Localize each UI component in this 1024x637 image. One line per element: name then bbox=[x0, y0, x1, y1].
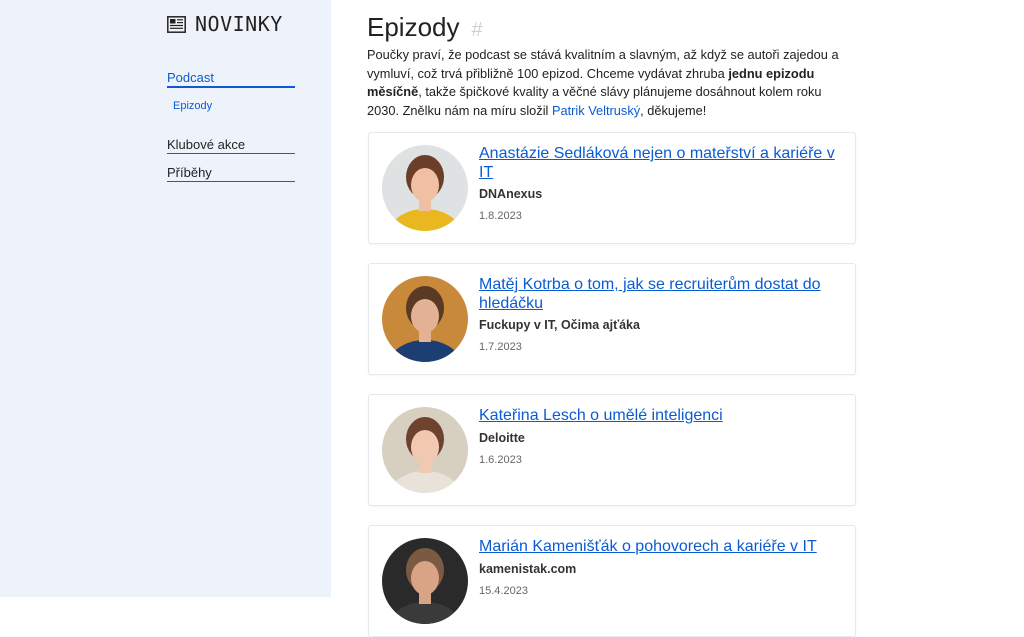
sidebar-item-pribehy[interactable]: Příběhy bbox=[167, 165, 295, 182]
episode-card: Kateřina Lesch o umělé inteligenci Deloi… bbox=[368, 394, 856, 506]
episode-date: 1.6.2023 bbox=[479, 453, 522, 466]
brand-name: NOVINKY bbox=[195, 12, 283, 36]
episode-title-link[interactable]: Matěj Kotrba o tom, jak se recruiterům d… bbox=[479, 276, 849, 313]
episode-company: kamenistak.com bbox=[479, 561, 577, 576]
episode-company: Deloitte bbox=[479, 430, 525, 445]
episode-avatar bbox=[382, 276, 468, 362]
intro-text: Poučky praví, že podcast se stává kvalit… bbox=[367, 46, 857, 120]
sidebar-item-epizody[interactable]: Epizody bbox=[173, 100, 295, 112]
episode-avatar bbox=[382, 538, 468, 624]
intro-text-part3: , děkujeme! bbox=[640, 102, 707, 118]
brand-link[interactable]: NOVINKY bbox=[167, 12, 283, 36]
page-title: Epizody bbox=[367, 12, 460, 42]
composer-link[interactable]: Patrik Veltruský bbox=[552, 103, 640, 118]
newspaper-icon bbox=[167, 15, 186, 33]
episode-avatar bbox=[382, 407, 468, 493]
sidebar-nav: Podcast Epizody Klubové akce Příběhy bbox=[167, 70, 295, 182]
episode-avatar bbox=[382, 145, 468, 231]
episode-company: Fuckupy v IT, Očima ajťáka bbox=[479, 318, 640, 332]
episode-date: 1.7.2023 bbox=[479, 341, 522, 353]
episode-card: Anastázie Sedláková nejen o mateřství a … bbox=[368, 132, 856, 244]
title-row: Epizody # bbox=[367, 12, 483, 43]
sidebar-item-klubove-akce[interactable]: Klubové akce bbox=[167, 137, 295, 154]
sidebar-item-podcast[interactable]: Podcast bbox=[167, 70, 295, 88]
episode-title-link[interactable]: Marián Kamenišťák o pohovorech a kariéře… bbox=[479, 538, 849, 557]
heading-anchor-link[interactable]: # bbox=[472, 19, 483, 42]
episode-title-link[interactable]: Anastázie Sedláková nejen o mateřství a … bbox=[479, 145, 849, 182]
episode-company: DNAnexus bbox=[479, 187, 543, 201]
episode-card: Marián Kamenišťák o pohovorech a kariéře… bbox=[368, 525, 856, 637]
sidebar: NOVINKY Podcast Epizody Klubové akce Pří… bbox=[0, 0, 331, 597]
episode-title-link[interactable]: Kateřina Lesch o umělé inteligenci bbox=[479, 407, 849, 426]
episode-card: Matěj Kotrba o tom, jak se recruiterům d… bbox=[368, 263, 856, 375]
episode-date: 15.4.2023 bbox=[479, 584, 528, 597]
episode-date: 1.8.2023 bbox=[479, 210, 522, 222]
